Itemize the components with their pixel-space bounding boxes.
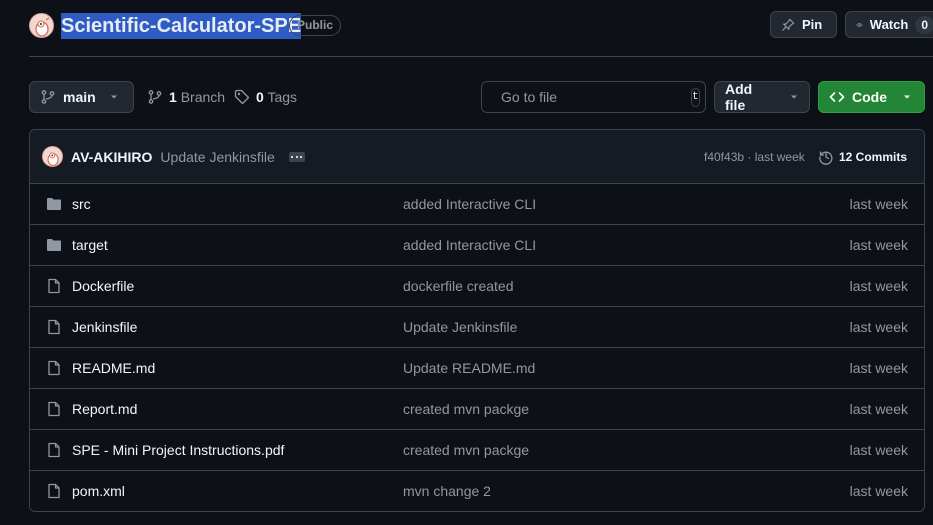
file-name[interactable]: Report.md — [72, 389, 137, 430]
file-commit-message[interactable]: created mvn packge — [403, 389, 529, 430]
tag-icon — [234, 89, 250, 105]
file-commit-age: last week — [849, 360, 908, 376]
file-name[interactable]: Dockerfile — [72, 266, 134, 307]
pin-icon — [782, 18, 795, 31]
file-icon — [48, 278, 60, 294]
branch-count: 1 — [169, 89, 177, 105]
watch-label: Watch — [869, 17, 909, 32]
file-icon — [48, 483, 60, 499]
table-row[interactable]: Dockerfile dockerfile created last week — [30, 266, 924, 307]
commit-message[interactable]: Update Jenkinsfile — [160, 149, 274, 165]
add-file-button[interactable]: Add file — [714, 81, 810, 113]
pin-button[interactable]: Pin — [770, 11, 837, 38]
file-commit-age: last week — [849, 483, 908, 499]
repo-name[interactable]: Scientific-Calculator-SPE — [61, 13, 302, 39]
chevron-down-icon — [904, 95, 910, 99]
code-button[interactable]: Code — [818, 81, 925, 113]
table-row[interactable]: src added Interactive CLI last week — [30, 184, 924, 225]
file-name[interactable]: pom.xml — [72, 471, 125, 511]
watch-button[interactable]: Watch 0 — [845, 11, 933, 38]
file-name[interactable]: Jenkinsfile — [72, 307, 137, 348]
commits-history-link[interactable]: 12 Commits — [818, 130, 907, 184]
tags-link[interactable]: 0 Tags — [234, 81, 297, 113]
file-commit-age: last week — [849, 319, 908, 335]
table-row[interactable]: pom.xml mvn change 2 last week — [30, 471, 924, 511]
commit-time: last week — [754, 150, 805, 164]
add-file-label: Add file — [725, 81, 753, 113]
avatar[interactable] — [42, 146, 63, 167]
tag-label: Tags — [267, 89, 298, 105]
file-commit-age: last week — [849, 237, 908, 253]
file-commit-age: last week — [849, 442, 908, 458]
file-icon — [48, 319, 60, 335]
latest-commit-bar: AV-AKIHIRO Update Jenkinsfile f40f43b · … — [30, 130, 924, 184]
repo-owner-avatar[interactable] — [29, 13, 54, 38]
branches-link[interactable]: 1 Branch — [147, 81, 225, 113]
commits-count: 12 Commits — [839, 150, 908, 164]
file-name[interactable]: src — [72, 184, 91, 225]
search-input[interactable] — [501, 89, 682, 105]
file-icon — [48, 401, 60, 417]
folder-icon — [47, 198, 61, 210]
commit-meta: f40f43b · last week — [704, 130, 805, 184]
commit-hash[interactable]: f40f43b — [704, 150, 744, 164]
pin-label: Pin — [802, 17, 823, 32]
watch-count: 0 — [915, 15, 933, 34]
chevron-down-icon — [110, 95, 117, 99]
chevron-down-icon — [791, 95, 798, 99]
table-row[interactable]: Report.md created mvn packge last week — [30, 389, 924, 430]
file-commit-message[interactable]: added Interactive CLI — [403, 225, 536, 266]
branch-label: Branch — [180, 89, 226, 105]
file-commit-age: last week — [849, 401, 908, 417]
code-label: Code — [852, 89, 887, 105]
branch-icon — [41, 90, 55, 104]
file-name[interactable]: README.md — [72, 348, 155, 389]
owner-avatar-image — [30, 14, 53, 37]
file-list: src added Interactive CLI last week targ… — [30, 184, 924, 511]
file-icon — [48, 360, 60, 376]
header-divider — [29, 56, 933, 57]
commit-author[interactable]: AV-AKIHIRO — [71, 149, 152, 165]
table-row[interactable]: README.md Update README.md last week — [30, 348, 924, 389]
folder-icon — [47, 239, 61, 251]
file-table: AV-AKIHIRO Update Jenkinsfile f40f43b · … — [29, 129, 925, 512]
file-name[interactable]: target — [72, 225, 108, 266]
file-commit-age: last week — [849, 196, 908, 212]
branch-selector[interactable]: main — [29, 81, 134, 113]
file-commit-message[interactable]: dockerfile created — [403, 266, 514, 307]
file-commit-message[interactable]: Update README.md — [403, 348, 535, 389]
file-commit-age: last week — [849, 278, 908, 294]
eye-icon — [856, 22, 863, 27]
file-commit-message[interactable]: created mvn packge — [403, 430, 529, 471]
file-commit-message[interactable]: Update Jenkinsfile — [403, 307, 517, 348]
file-icon — [48, 442, 60, 458]
table-row[interactable]: target added Interactive CLI last week — [30, 225, 924, 266]
branch-name: main — [63, 89, 96, 105]
file-commit-message[interactable]: mvn change 2 — [403, 471, 491, 511]
table-row[interactable]: Jenkinsfile Update Jenkinsfile last week — [30, 307, 924, 348]
go-to-file-search[interactable]: t — [481, 81, 706, 113]
commit-details-toggle[interactable] — [288, 151, 305, 162]
history-icon — [819, 151, 833, 165]
commit-separator: · — [747, 150, 752, 164]
visibility-badge: Public — [289, 15, 342, 36]
code-icon — [829, 92, 845, 102]
branch-icon — [148, 90, 162, 104]
file-commit-message[interactable]: added Interactive CLI — [403, 184, 536, 225]
tag-count: 0 — [256, 89, 264, 105]
search-shortcut-key: t — [691, 87, 700, 107]
file-name[interactable]: SPE - Mini Project Instructions.pdf — [72, 430, 284, 471]
author-avatar-image — [43, 147, 62, 166]
table-row[interactable]: SPE - Mini Project Instructions.pdf crea… — [30, 430, 924, 471]
